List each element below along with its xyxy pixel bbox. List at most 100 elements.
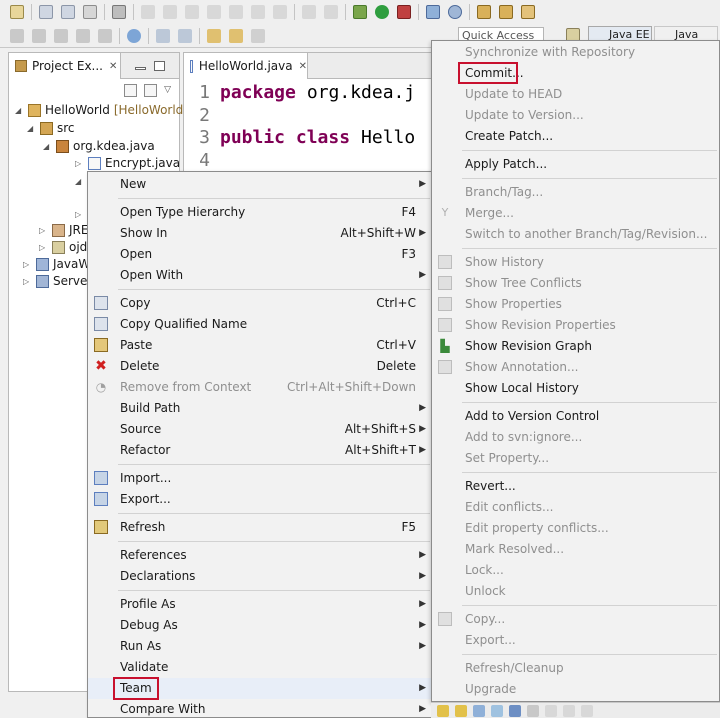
print-icon[interactable] — [83, 5, 97, 19]
chevron-right-icon[interactable]: ▷ — [39, 243, 49, 252]
menu-item-open-type-hierarchy[interactable]: Open Type Hierarchy F4 — [88, 202, 432, 223]
menu-item-profile-as[interactable]: Profile As ▶ — [88, 594, 432, 615]
code-line[interactable]: 1 package org.kdea.j — [184, 81, 415, 103]
menu-item-source[interactable]: Source Alt+Shift+S ▶ — [88, 419, 432, 440]
run-icon[interactable] — [375, 5, 389, 19]
link-with-editor-icon[interactable] — [144, 83, 158, 97]
chevron-right-icon[interactable]: ▷ — [39, 226, 49, 235]
project-explorer-tab[interactable]: Project Ex... ✕ — [9, 53, 121, 79]
code-line[interactable]: 2 — [184, 104, 220, 126]
minimize-icon[interactable] — [135, 67, 146, 70]
tree-item-helloworld[interactable]: ◢ HelloWorld [HelloWorld — [15, 101, 183, 119]
menu-item-new[interactable]: New ▶ — [88, 174, 432, 195]
show-whitespace-icon[interactable] — [76, 28, 90, 43]
code-line[interactable]: 4 — [184, 149, 220, 171]
arrow-up-icon[interactable] — [455, 704, 467, 717]
menu-item-open[interactable]: Open F3 — [88, 244, 432, 265]
terminate-icon[interactable] — [185, 5, 199, 19]
code-line[interactable]: 3 public class Hello — [184, 126, 415, 148]
team-item-upgrade[interactable]: Upgrade — [432, 679, 719, 700]
team-item-lock[interactable]: Lock... — [432, 560, 719, 581]
menu-item-copy[interactable]: Copy Ctrl+C — [88, 293, 432, 314]
menu-item-debug-as[interactable]: Debug As ▶ — [88, 615, 432, 636]
next-annotation-icon[interactable] — [156, 28, 170, 43]
close-icon[interactable]: ✕ — [109, 61, 117, 72]
team-item-revert[interactable]: Revert... — [432, 476, 719, 497]
external-tools-icon[interactable] — [397, 5, 411, 19]
team-item-edit-conflicts[interactable]: Edit conflicts... — [432, 497, 719, 518]
chevron-right-icon[interactable]: ▷ — [23, 260, 33, 269]
team-item-synchronize[interactable]: Synchronize with Repository — [432, 42, 719, 63]
menu-item-show-in[interactable]: Show In Alt+Shift+W ▶ — [88, 223, 432, 244]
arrow-down-icon[interactable] — [437, 704, 449, 717]
edit-icon[interactable] — [32, 28, 46, 43]
debug-icon[interactable] — [353, 5, 367, 19]
format-icon[interactable] — [98, 28, 112, 43]
menu-item-refresh[interactable]: Refresh F5 — [88, 517, 432, 538]
team-item-show-history[interactable]: Show History — [432, 252, 719, 273]
menu-item-export[interactable]: Export... — [88, 489, 432, 510]
view-menu-icon[interactable] — [581, 704, 593, 717]
chevron-down-icon[interactable]: ◢ — [15, 106, 25, 115]
menu-item-run-as[interactable]: Run As ▶ — [88, 636, 432, 657]
chevron-right-icon[interactable]: ▷ — [23, 277, 33, 286]
menu-item-references[interactable]: References ▶ — [88, 545, 432, 566]
new-icon[interactable] — [10, 5, 24, 19]
team-item-show-properties[interactable]: Show Properties — [432, 294, 719, 315]
save-all-icon[interactable] — [61, 5, 75, 19]
team-item-show-revision-graph[interactable]: ▙ Show Revision Graph — [432, 336, 719, 357]
team-item-merge[interactable]: Y Merge... — [432, 203, 719, 224]
collapse-all-icon[interactable] — [124, 83, 138, 97]
team-item-branch-tag[interactable]: Branch/Tag... — [432, 182, 719, 203]
menu-item-remove-from-context[interactable]: ◔ Remove from Context Ctrl+Alt+Shift+Dow… — [88, 377, 432, 398]
menu-item-import[interactable]: Import... — [88, 468, 432, 489]
collapse-all-icon[interactable] — [545, 704, 557, 717]
open-type-icon[interactable] — [499, 5, 513, 19]
tree-item-jre[interactable]: ▷ JRE — [39, 221, 88, 239]
suspend-icon[interactable] — [163, 5, 177, 19]
menu-item-validate[interactable]: Validate — [88, 657, 432, 678]
tree-item-encrypt[interactable]: ▷ Encrypt.java — [75, 154, 180, 172]
close-icon[interactable]: ✕ — [299, 61, 307, 72]
sync-icon[interactable] — [473, 704, 485, 717]
view-menu-icon[interactable]: ▽ — [164, 85, 171, 95]
search-icon[interactable] — [448, 5, 462, 19]
open-task-icon[interactable] — [521, 5, 535, 19]
chevron-down-icon[interactable]: ◢ — [43, 142, 53, 151]
chevron-right-icon[interactable]: ▷ — [75, 159, 85, 168]
use-step-filters-icon[interactable] — [302, 5, 316, 19]
maximize-icon[interactable] — [154, 60, 165, 71]
team-item-switch[interactable]: Switch to another Branch/Tag/Revision... — [432, 224, 719, 245]
open-console-icon[interactable] — [324, 5, 338, 19]
skip-breakpoints-icon[interactable] — [112, 5, 126, 19]
toggle-block-icon[interactable] — [54, 28, 68, 43]
team-item-refresh-cleanup[interactable]: Refresh/Cleanup — [432, 658, 719, 679]
team-item-apply-patch[interactable]: Apply Patch... — [432, 154, 719, 175]
team-item-show-annotation[interactable]: Show Annotation... — [432, 357, 719, 378]
tree-item-javawebresources[interactable]: ▷ JavaWe — [23, 255, 97, 273]
team-item-add-to-svn-ignore[interactable]: Add to svn:ignore... — [432, 427, 719, 448]
menu-item-open-with[interactable]: Open With ▶ — [88, 265, 432, 286]
resume-icon[interactable] — [141, 5, 155, 19]
step-into-icon[interactable] — [229, 5, 243, 19]
previous-annotation-icon[interactable] — [178, 28, 192, 43]
save-icon[interactable] — [39, 5, 53, 19]
team-item-unlock[interactable]: Unlock — [432, 581, 719, 602]
conflicts-icon[interactable] — [527, 704, 539, 717]
chevron-right-icon[interactable]: ▷ — [75, 210, 85, 219]
open-project-icon[interactable] — [477, 5, 491, 19]
step-over-icon[interactable] — [251, 5, 265, 19]
chevron-down-icon[interactable]: ◢ — [27, 124, 37, 133]
menu-item-paste[interactable]: Paste Ctrl+V — [88, 335, 432, 356]
team-item-show-local-history[interactable]: Show Local History — [432, 378, 719, 399]
incoming-icon[interactable] — [491, 704, 503, 717]
disconnect-icon[interactable] — [207, 5, 221, 19]
forward-icon[interactable] — [251, 28, 265, 43]
team-item-add-to-version-control[interactable]: Add to Version Control — [432, 406, 719, 427]
tree-item-src[interactable]: ◢ src — [27, 119, 75, 137]
team-item-update-to-version[interactable]: Update to Version... — [432, 105, 719, 126]
menu-item-delete[interactable]: ✖ Delete Delete — [88, 356, 432, 377]
outgoing-icon[interactable] — [509, 704, 521, 717]
team-item-edit-property-conflicts[interactable]: Edit property conflicts... — [432, 518, 719, 539]
team-item-export[interactable]: Export... — [432, 630, 719, 651]
